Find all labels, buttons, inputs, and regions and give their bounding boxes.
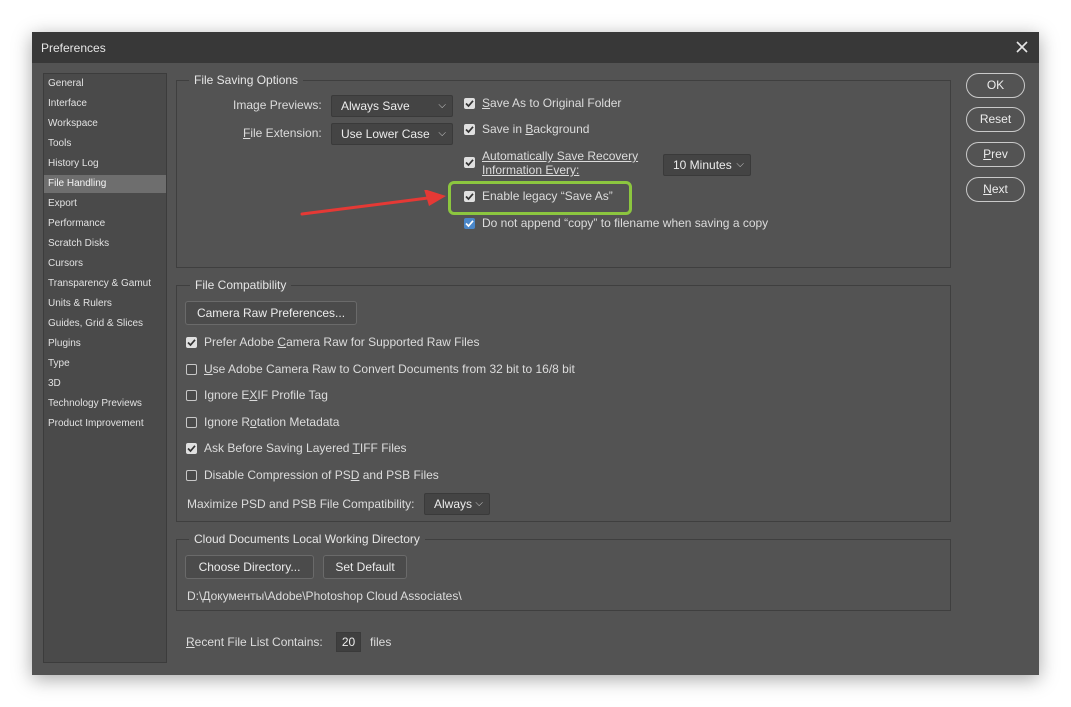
use-acr-convert-checkbox[interactable] bbox=[186, 364, 197, 375]
sidebar-item-plugins[interactable]: Plugins bbox=[44, 335, 166, 353]
sidebar-item-workspace[interactable]: Workspace bbox=[44, 115, 166, 133]
file-extension-value: Use Lower Case bbox=[341, 127, 430, 141]
chevron-down-icon: ⌵ bbox=[438, 128, 446, 139]
auto-save-label: Automatically Save Recovery Information E… bbox=[482, 149, 639, 177]
sidebar-item-performance[interactable]: Performance bbox=[44, 215, 166, 233]
close-icon bbox=[1016, 41, 1028, 53]
do-not-append-copy-label: Do not append “copy” to filename when sa… bbox=[482, 216, 769, 230]
file-saving-legend: File Saving Options bbox=[189, 73, 304, 87]
sidebar-item-history-log[interactable]: History Log bbox=[44, 155, 166, 173]
image-previews-value: Always Save bbox=[341, 99, 410, 113]
sidebar-item-cursors[interactable]: Cursors bbox=[44, 255, 166, 273]
recent-file-suffix: files bbox=[370, 635, 392, 649]
ignore-rotation-label: Ignore Rotation Metadata bbox=[204, 415, 340, 429]
maximize-compatibility-dropdown[interactable]: Always ⌵ bbox=[424, 493, 490, 515]
next-mnemonic: N bbox=[983, 182, 992, 196]
cloud-documents-legend: Cloud Documents Local Working Directory bbox=[189, 532, 425, 546]
sidebar-item-transparency-gamut[interactable]: Transparency & Gamut bbox=[44, 275, 166, 293]
set-default-button[interactable]: Set Default bbox=[323, 555, 407, 579]
use-acr-convert-label: Use Adobe Camera Raw to Convert Document… bbox=[204, 362, 575, 376]
reset-button[interactable]: Reset bbox=[966, 107, 1025, 132]
auto-save-checkbox[interactable] bbox=[464, 157, 475, 168]
chevron-down-icon: ⌵ bbox=[736, 159, 744, 170]
checkmark-icon bbox=[465, 193, 474, 201]
prev-label: rev bbox=[991, 147, 1008, 161]
file-extension-label: File Extension: bbox=[243, 126, 322, 140]
sidebar-item-scratch-disks[interactable]: Scratch Disks bbox=[44, 235, 166, 253]
sidebar-item-interface[interactable]: Interface bbox=[44, 95, 166, 113]
file-compatibility-legend: File Compatibility bbox=[190, 278, 292, 292]
next-label: ext bbox=[991, 182, 1008, 196]
sidebar-item-product-improvement[interactable]: Product Improvement bbox=[44, 415, 166, 433]
ask-before-saving-tiff-checkbox[interactable] bbox=[186, 443, 197, 454]
sidebar-item-units-rulers[interactable]: Units & Rulers bbox=[44, 295, 166, 313]
maximize-compatibility-label: Maximize PSD and PSB File Compatibility: bbox=[187, 497, 415, 511]
checkmark-icon bbox=[465, 159, 474, 167]
save-in-background-label: Save in Background bbox=[482, 122, 590, 136]
prefer-acr-label: Prefer Adobe Camera Raw for Supported Ra… bbox=[204, 335, 480, 349]
checkmark-icon bbox=[187, 445, 196, 453]
ignore-exif-label: Ignore EXIF Profile Tag bbox=[204, 388, 328, 402]
sidebar-item-general[interactable]: General bbox=[44, 75, 166, 93]
auto-save-interval-dropdown[interactable]: 10 Minutes ⌵ bbox=[663, 154, 751, 176]
checkmark-icon bbox=[187, 339, 196, 347]
prev-button[interactable]: Prev bbox=[966, 142, 1025, 167]
prev-mnemonic: P bbox=[983, 147, 992, 161]
checkmark-icon bbox=[465, 126, 474, 134]
sidebar-item-export[interactable]: Export bbox=[44, 195, 166, 213]
chevron-down-icon: ⌵ bbox=[475, 498, 483, 509]
ignore-rotation-checkbox[interactable] bbox=[186, 417, 197, 428]
image-previews-dropdown[interactable]: Always Save ⌵ bbox=[331, 95, 453, 117]
checkmark-icon bbox=[465, 100, 474, 108]
disable-compression-label: Disable Compression of PSD and PSB Files bbox=[204, 468, 439, 482]
sidebar-item-type[interactable]: Type bbox=[44, 355, 166, 373]
sidebar-item-tools[interactable]: Tools bbox=[44, 135, 166, 153]
prefer-acr-checkbox[interactable] bbox=[186, 337, 197, 348]
ok-button[interactable]: OK bbox=[966, 73, 1025, 98]
preferences-dialog: Preferences General Interface Workspace Too… bbox=[32, 32, 1039, 675]
sidebar-item-technology-previews[interactable]: Technology Previews bbox=[44, 395, 166, 413]
window-title: Preferences bbox=[41, 41, 106, 55]
checkmark-icon bbox=[465, 220, 474, 228]
auto-save-interval-value: 10 Minutes bbox=[673, 158, 732, 172]
file-extension-dropdown[interactable]: Use Lower Case ⌵ bbox=[331, 123, 453, 145]
category-list: General Interface Workspace Tools History Lo… bbox=[43, 73, 167, 663]
disable-compression-checkbox[interactable] bbox=[186, 470, 197, 481]
save-as-original-checkbox[interactable] bbox=[464, 98, 475, 109]
ignore-exif-checkbox[interactable] bbox=[186, 390, 197, 401]
save-in-background-checkbox[interactable] bbox=[464, 124, 475, 135]
save-as-original-label: Save As to Original Folder bbox=[482, 96, 622, 110]
do-not-append-copy-checkbox[interactable] bbox=[464, 218, 475, 229]
camera-raw-preferences-button[interactable]: Camera Raw Preferences... bbox=[185, 301, 357, 325]
image-previews-label: Image Previews: bbox=[233, 98, 322, 112]
red-arrow-icon bbox=[300, 190, 446, 216]
recent-file-list-label: Recent File List Contains: bbox=[186, 635, 323, 649]
sidebar-item-file-handling[interactable]: File Handling bbox=[44, 175, 166, 193]
maximize-compatibility-value: Always bbox=[434, 497, 473, 511]
sidebar-item-3d[interactable]: 3D bbox=[44, 375, 166, 393]
enable-legacy-save-as-label: Enable legacy “Save As” bbox=[482, 189, 613, 203]
choose-directory-button[interactable]: Choose Directory... bbox=[185, 555, 314, 579]
chevron-down-icon: ⌵ bbox=[438, 100, 446, 111]
title-bar: Preferences bbox=[32, 32, 1039, 63]
cloud-directory-path: D:\Документы\Adobe\Photoshop Cloud Assoc… bbox=[187, 589, 462, 603]
next-button[interactable]: Next bbox=[966, 177, 1025, 202]
sidebar-item-guides-grid-slices[interactable]: Guides, Grid & Slices bbox=[44, 315, 166, 333]
enable-legacy-save-as-checkbox[interactable] bbox=[464, 191, 475, 202]
recent-file-count-input[interactable]: 20 bbox=[336, 632, 361, 652]
ask-before-saving-tiff-label: Ask Before Saving Layered TIFF Files bbox=[204, 441, 407, 455]
close-button[interactable] bbox=[1011, 36, 1033, 58]
